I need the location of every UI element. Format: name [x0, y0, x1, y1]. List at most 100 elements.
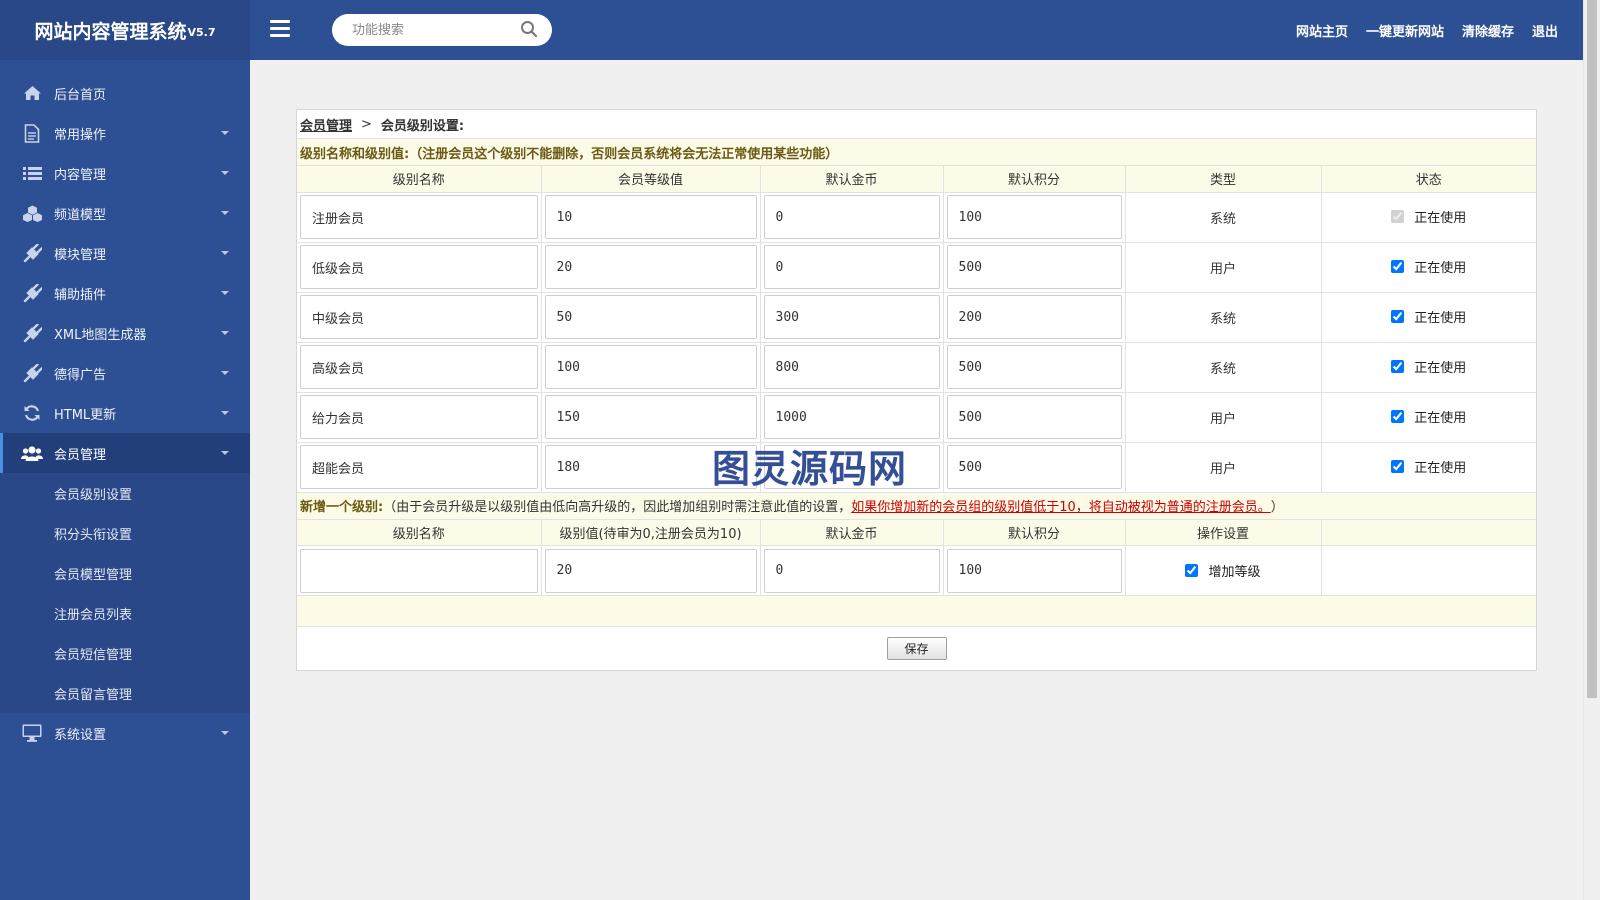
- default-points-field[interactable]: [946, 245, 1122, 289]
- level-value-field[interactable]: [544, 395, 757, 439]
- table-row: 用户 正在使用: [297, 392, 1536, 443]
- default-coins-field[interactable]: [763, 395, 940, 439]
- app-name: 网站内容管理系统: [34, 20, 187, 43]
- brand-logo[interactable]: 网站内容管理系统 V5.7: [0, 0, 250, 60]
- nav-update-site-link[interactable]: 一键更新网站: [1366, 21, 1444, 40]
- desktop-icon: [21, 723, 43, 743]
- default-points-field[interactable]: [946, 395, 1122, 439]
- sidebar-item-html-update[interactable]: HTML更新: [0, 393, 250, 433]
- submenu-item-messages[interactable]: 会员留言管理: [0, 673, 250, 713]
- default-points-field[interactable]: [946, 295, 1122, 339]
- new-default-points-field[interactable]: [946, 548, 1122, 593]
- search-icon[interactable]: [520, 20, 538, 38]
- new-level-value-field[interactable]: [544, 548, 757, 593]
- submenu-item-member-models[interactable]: 会员模型管理: [0, 553, 250, 593]
- default-coins-field[interactable]: [763, 345, 940, 389]
- nav-home-link[interactable]: 网站主页: [1296, 21, 1348, 40]
- default-coins-field[interactable]: [763, 195, 940, 239]
- level-name-field[interactable]: [300, 445, 538, 489]
- new-default-coins-field[interactable]: [763, 548, 940, 593]
- page-scrollbar[interactable]: [1583, 0, 1600, 900]
- default-coins-field[interactable]: [763, 445, 940, 489]
- status-checkbox[interactable]: [1391, 260, 1405, 273]
- cubes-icon: [21, 203, 43, 223]
- sidebar-item-channel-model[interactable]: 频道模型: [0, 193, 250, 233]
- sidebar-item-dashboard[interactable]: 后台首页: [0, 73, 250, 113]
- sidebar-item-label: 辅助插件: [54, 287, 107, 303]
- level-name-field[interactable]: [300, 345, 538, 389]
- level-type: 系统: [1125, 342, 1322, 393]
- default-points-field[interactable]: [946, 345, 1122, 389]
- table-row: 系统 正在使用: [297, 192, 1536, 243]
- sidebar-item-label: 系统设置: [54, 727, 107, 743]
- level-name-field[interactable]: [300, 295, 538, 339]
- nav-clear-cache-link[interactable]: 清除缓存: [1462, 21, 1514, 40]
- menu-toggle-icon[interactable]: [270, 20, 290, 38]
- form-actions: 保存: [297, 627, 1536, 670]
- column-header: 默认积分: [943, 166, 1126, 193]
- level-value-field[interactable]: [544, 345, 757, 389]
- table-row: 增加等级: [297, 545, 1536, 596]
- default-points-field[interactable]: [946, 445, 1122, 489]
- sidebar-item-members[interactable]: 会员管理: [0, 433, 250, 473]
- chevron-down-icon: [221, 331, 229, 335]
- level-value-field[interactable]: [544, 445, 757, 489]
- column-header: [1321, 519, 1536, 546]
- sidebar-item-content[interactable]: 内容管理: [0, 153, 250, 193]
- sidebar-item-system-settings[interactable]: 系统设置: [0, 713, 250, 753]
- app-version: V5.7: [187, 26, 216, 39]
- default-points-field[interactable]: [946, 195, 1122, 239]
- sidebar-item-ads[interactable]: 德得广告: [0, 353, 250, 393]
- submenu-item-points-titles[interactable]: 积分头衔设置: [0, 513, 250, 553]
- level-name-field[interactable]: [300, 245, 538, 289]
- sidebar-item-plugins[interactable]: 辅助插件: [0, 273, 250, 313]
- level-value-field[interactable]: [544, 245, 757, 289]
- levels-table: 级别名称 会员等级值 默认金币 默认积分 类型 状态 系统 正在使用: [297, 166, 1536, 493]
- column-header: 级别值(待审为0,注册会员为10): [541, 519, 761, 546]
- status-label: 正在使用: [1414, 211, 1467, 226]
- search-input[interactable]: [352, 14, 522, 46]
- add-level-checkbox[interactable]: [1185, 563, 1199, 577]
- status-checkbox[interactable]: [1391, 410, 1405, 423]
- sidebar-item-label: 会员管理: [54, 447, 107, 463]
- sidebar-item-modules[interactable]: 模块管理: [0, 233, 250, 273]
- add-level-table: 级别名称 级别值(待审为0,注册会员为10) 默认金币 默认积分 操作设置 增加…: [297, 519, 1536, 596]
- default-coins-field[interactable]: [763, 295, 940, 339]
- column-header: 级别名称: [297, 519, 542, 546]
- submenu-item-level-settings[interactable]: 会员级别设置: [0, 473, 250, 513]
- status-label: 正在使用: [1414, 311, 1467, 326]
- status-label: 正在使用: [1414, 411, 1467, 426]
- breadcrumb-parent-link[interactable]: 会员管理: [300, 115, 352, 134]
- submenu-item-member-list[interactable]: 注册会员列表: [0, 593, 250, 633]
- status-label: 正在使用: [1414, 361, 1467, 376]
- level-name-field[interactable]: [300, 195, 538, 239]
- sidebar-item-label: 频道模型: [54, 207, 107, 223]
- column-header: 默认金币: [760, 519, 944, 546]
- status-checkbox[interactable]: [1391, 360, 1405, 373]
- level-value-field[interactable]: [544, 195, 757, 239]
- status-toggle: 正在使用: [1391, 457, 1466, 476]
- status-checkbox[interactable]: [1391, 460, 1405, 473]
- column-header: 状态: [1321, 166, 1536, 193]
- top-bar: 网站内容管理系统 V5.7 网站主页 一键更新网站 清除缓存 退出: [0, 0, 1583, 60]
- add-level-label: 增加等级: [1208, 564, 1261, 580]
- new-level-name-field[interactable]: [300, 548, 538, 593]
- default-coins-field[interactable]: [763, 245, 940, 289]
- level-value-field[interactable]: [544, 295, 757, 339]
- scrollbar-thumb[interactable]: [1587, 0, 1597, 698]
- status-checkbox[interactable]: [1391, 210, 1405, 223]
- chevron-down-icon: [221, 291, 229, 295]
- save-button[interactable]: 保存: [886, 637, 947, 660]
- sidebar-item-common[interactable]: 常用操作: [0, 113, 250, 153]
- table-row: 用户 正在使用: [297, 442, 1536, 493]
- status-checkbox[interactable]: [1391, 310, 1405, 323]
- nav-logout-link[interactable]: 退出: [1532, 21, 1558, 40]
- members-submenu: 会员级别设置 积分头衔设置 会员模型管理 注册会员列表 会员短信管理 会员留言管…: [0, 473, 250, 713]
- submenu-item-sms[interactable]: 会员短信管理: [0, 633, 250, 673]
- level-name-field[interactable]: [300, 395, 538, 439]
- chevron-down-icon: [221, 451, 229, 455]
- add-level-hint-end: ）: [1270, 500, 1284, 515]
- sidebar-item-xml-sitemap[interactable]: XML地图生成器: [0, 313, 250, 353]
- table-row: 系统 正在使用: [297, 342, 1536, 393]
- add-level-hint: （由于会员升级是以级别值由低向高升级的，因此增加组别时需注意此值的设置，: [383, 500, 852, 515]
